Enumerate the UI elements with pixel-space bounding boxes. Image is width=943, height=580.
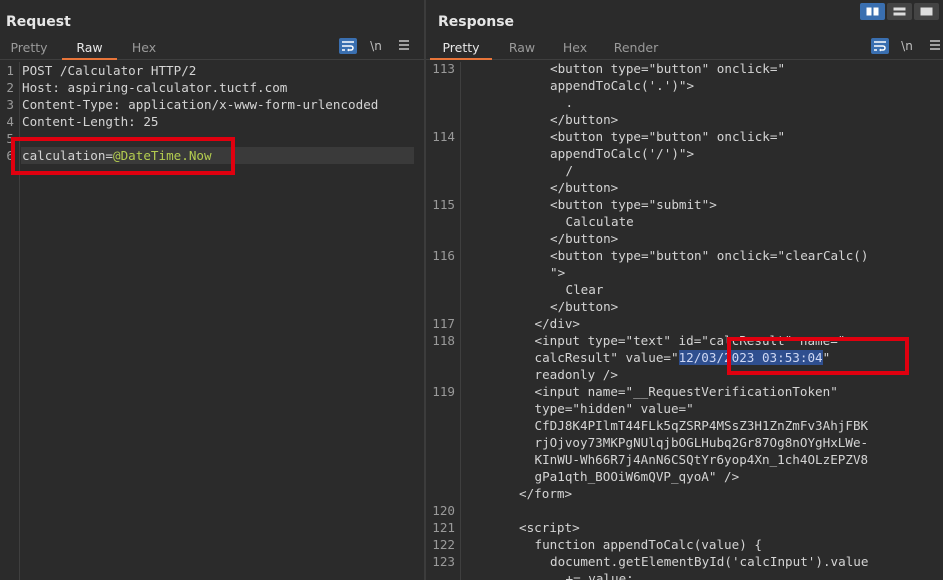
response-line: "> (550, 265, 566, 280)
request-body-line: 6 calculation=@DateTime.Now (6, 148, 212, 163)
response-line: += value; (565, 571, 634, 580)
request-title: Request (6, 14, 71, 30)
calc-result-value: 12/03/2023 03:53:04 (678, 350, 823, 365)
response-line: . (565, 95, 574, 110)
body-param-value: @DateTime.Now (113, 148, 212, 163)
response-line: </button> (550, 180, 619, 195)
response-line: </form> (519, 486, 573, 501)
newline-toggle-icon[interactable]: \n (366, 38, 386, 54)
request-line: 3 Content-Type: application/x-www-form-ur… (6, 97, 379, 112)
response-line: Calculate (565, 214, 634, 229)
request-line: 4 Content-Length: 25 (6, 114, 159, 129)
request-line: 2 Host: aspiring-calculator.tuctf.com (6, 80, 288, 95)
response-tabs: Pretty Raw Hex Render (426, 36, 943, 60)
newline-toggle-icon[interactable]: \n (897, 38, 917, 54)
body-param-key: calculation= (22, 148, 113, 163)
word-wrap-icon[interactable] (339, 38, 357, 54)
response-tab-pretty[interactable]: Pretty (430, 36, 492, 60)
response-line: type="hidden" value=" (534, 401, 694, 416)
response-line: Clear (565, 282, 604, 297)
request-line: 5 (6, 131, 14, 146)
response-line: 120 (432, 503, 455, 518)
response-line: 113 <button type="button" onclick=" (432, 61, 786, 76)
request-editor[interactable]: 1 POST /Calculator HTTP/2 2 Host: aspiring… (0, 62, 424, 580)
response-line: 122 function appendToCalc(value) { (432, 537, 762, 552)
response-line: 117 </div> (432, 316, 580, 331)
response-line: gPa1qth_BOOiW6mQVP_qyoA" /> (534, 469, 740, 484)
response-line: readonly /> (534, 367, 618, 382)
response-line: 118 <input type="text" id="calcResult" na… (432, 333, 846, 348)
response-line: 123 document.getElementById('calcInput').… (432, 554, 869, 569)
menu-icon[interactable] (395, 38, 413, 54)
response-line: </button> (550, 112, 619, 127)
response-line: rjOjvoy73MKPgNUlqjbOGLHubq2Gr87Og8nOYgHx… (534, 435, 869, 450)
response-editor[interactable]: 113 <button type="button" onclick=" append… (426, 61, 943, 580)
response-tab-render[interactable]: Render (608, 36, 664, 60)
request-line: 1 POST /Calculator HTTP/2 (6, 63, 197, 78)
response-line: 114 <button type="button" onclick=" (432, 129, 786, 144)
single-pane-layout-icon[interactable] (914, 3, 939, 20)
response-line: CfDJ8K4PIlmT44FLk5qZSRP4MSsZ3H1ZnZmFv3Ah… (534, 418, 869, 433)
response-line: </button> (550, 299, 619, 314)
response-title: Response (438, 14, 515, 30)
response-line: 121 <script> (432, 520, 580, 535)
response-line: calcResult" value="12/03/2023 03:53:04" (534, 350, 831, 365)
side-by-side-layout-icon[interactable] (860, 3, 885, 20)
request-pane: Request Pretty Raw Hex \n 1 POST /Calcula… (0, 0, 424, 580)
response-line: appendToCalc('/')"> (550, 146, 695, 161)
response-pane: Response Pretty Raw Hex Render \n 113 <bu… (426, 0, 943, 580)
top-bottom-layout-icon[interactable] (887, 3, 912, 20)
request-tab-raw[interactable]: Raw (62, 36, 117, 60)
response-line: 115 <button type="submit"> (432, 197, 717, 212)
request-tab-pretty[interactable]: Pretty (4, 36, 54, 60)
request-tab-hex[interactable]: Hex (123, 36, 165, 60)
layout-toggle (860, 3, 939, 20)
response-line: 116 <button type="button" onclick="clearC… (432, 248, 869, 263)
response-tab-hex[interactable]: Hex (556, 36, 594, 60)
response-line: / (565, 163, 574, 178)
response-tab-raw[interactable]: Raw (502, 36, 542, 60)
response-line: </button> (550, 231, 619, 246)
request-tabs: Pretty Raw Hex (0, 36, 424, 60)
response-line: KInWU-Wh66R7j4AnN6CSQtYr6yop4Xn_1ch4OLzE… (534, 452, 869, 467)
response-line: 119 <input name="__RequestVerificationTok… (432, 384, 838, 399)
menu-icon[interactable] (926, 38, 943, 54)
response-line: appendToCalc('.')"> (550, 78, 695, 93)
word-wrap-icon[interactable] (871, 38, 889, 54)
